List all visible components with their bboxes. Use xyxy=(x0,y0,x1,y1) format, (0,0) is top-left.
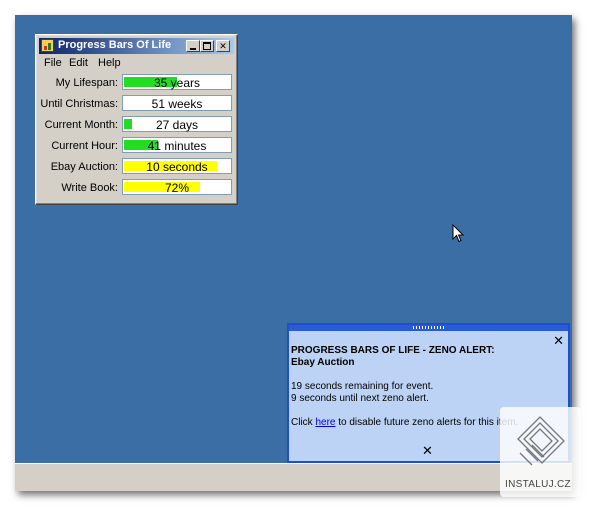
alert-next-text: 9 seconds until next zeno alert. xyxy=(291,393,429,404)
mouse-pointer-icon xyxy=(452,224,464,243)
progress-value: 27 days xyxy=(155,118,199,132)
close-button[interactable]: ✕ xyxy=(216,40,230,52)
menu-help[interactable]: Help xyxy=(98,57,121,69)
title-bar[interactable]: Progress Bars Of Life ✕ xyxy=(39,38,234,54)
progress-row: Until Christmas: 51 weeks xyxy=(36,95,237,113)
alert-dismiss-button[interactable]: ✕ xyxy=(422,444,433,457)
progress-bar: 51 weeks xyxy=(122,95,232,111)
desktop: Progress Bars Of Life ✕ File Edit Help M… xyxy=(15,15,572,491)
progress-row: Write Book: 72% xyxy=(36,179,237,197)
alert-remaining-text: 19 seconds remaining for event. xyxy=(291,381,434,392)
progress-bar: 35 years xyxy=(122,74,232,90)
progress-label: My Lifespan: xyxy=(55,77,118,89)
maximize-button[interactable] xyxy=(200,40,214,52)
alert-event-name: Ebay Auction xyxy=(291,357,355,368)
progress-row: Current Month: 27 days xyxy=(36,116,237,134)
alert-close-button[interactable]: ✕ xyxy=(553,334,564,347)
progress-value: 35 years xyxy=(153,76,201,90)
progress-label: Current Month: xyxy=(44,119,118,131)
disable-prefix: Click xyxy=(291,417,313,428)
progress-value: 41 minutes xyxy=(147,139,207,153)
progress-bar: 72% xyxy=(122,179,232,195)
progress-value: 72% xyxy=(164,181,190,195)
alert-heading: PROGRESS BARS OF LIFE - ZENO ALERT: xyxy=(291,345,495,356)
taskbar xyxy=(15,463,572,491)
progress-value: 10 seconds xyxy=(146,160,208,174)
app-icon xyxy=(41,39,54,52)
disable-suffix: to disable future zeno alerts for this i… xyxy=(338,417,519,428)
menu-file[interactable]: File xyxy=(44,57,62,69)
progress-bar: 41 minutes xyxy=(122,137,232,153)
progress-bar: 27 days xyxy=(122,116,232,132)
alert-drag-handle[interactable] xyxy=(289,325,568,331)
disable-alerts-link[interactable]: here xyxy=(315,417,335,428)
progress-label: Write Book: xyxy=(61,182,118,194)
window-title: Progress Bars Of Life xyxy=(58,39,172,51)
watermark-icon xyxy=(517,416,565,466)
progress-row: Current Hour: 41 minutes xyxy=(36,137,237,155)
watermark-text: INSTALUJ.CZ xyxy=(505,479,571,490)
progress-row: Ebay Auction: 10 seconds xyxy=(36,158,237,176)
progress-label: Until Christmas: xyxy=(40,98,118,110)
progress-row: My Lifespan: 35 years xyxy=(36,74,237,92)
progress-bars-window: Progress Bars Of Life ✕ File Edit Help M… xyxy=(35,34,238,205)
minimize-button[interactable] xyxy=(186,40,200,52)
watermark-logo: INSTALUJ.CZ xyxy=(500,407,581,497)
progress-value: 51 weeks xyxy=(151,97,203,111)
progress-bar: 10 seconds xyxy=(122,158,232,174)
progress-label: Current Hour: xyxy=(51,140,118,152)
menu-edit[interactable]: Edit xyxy=(69,57,88,69)
progress-label: Ebay Auction: xyxy=(50,161,118,173)
